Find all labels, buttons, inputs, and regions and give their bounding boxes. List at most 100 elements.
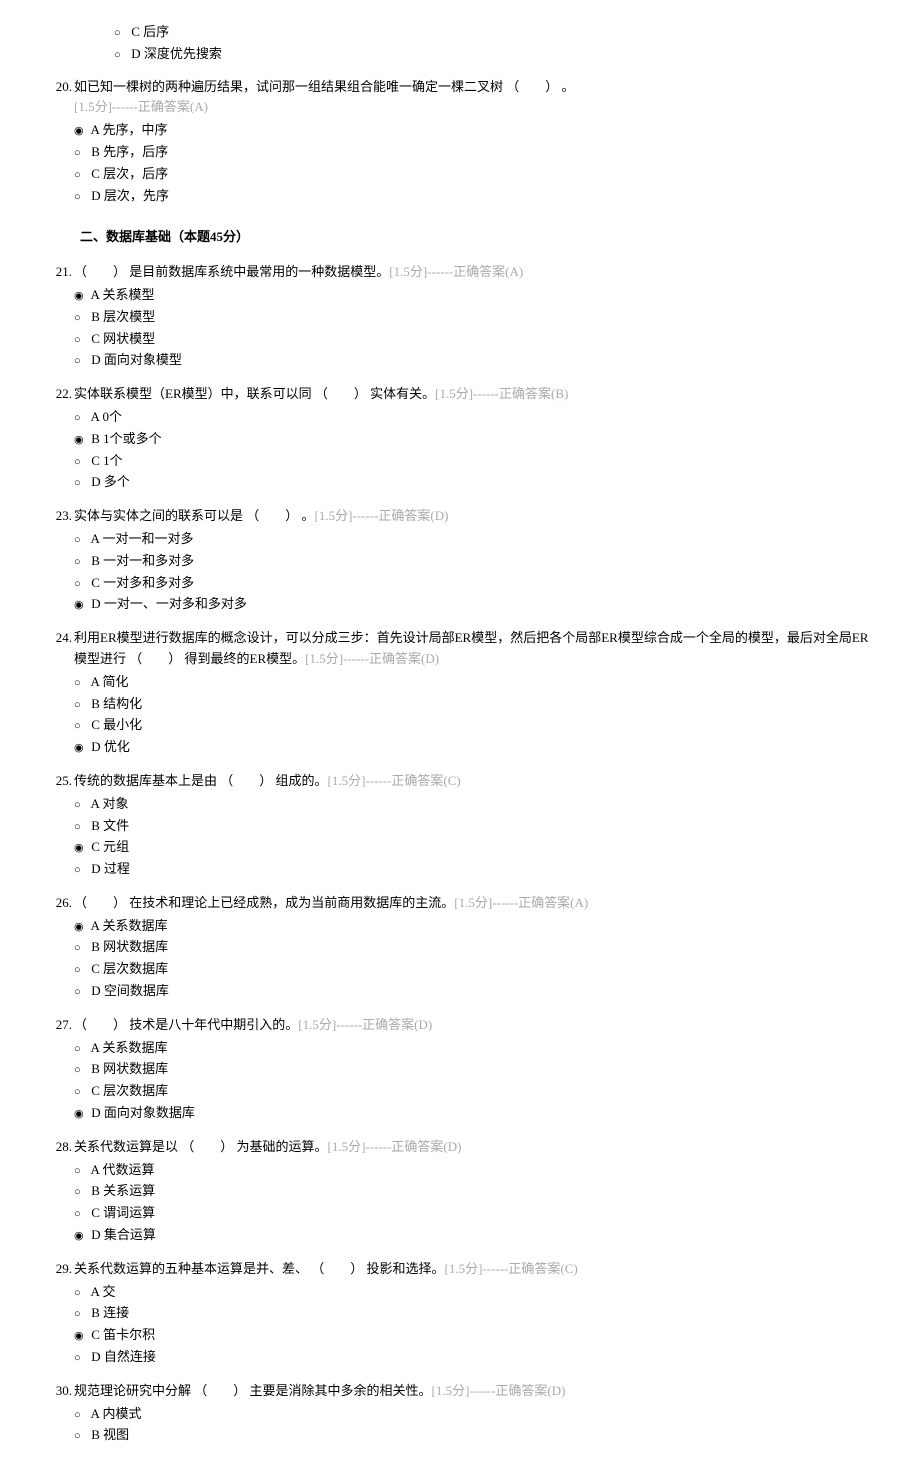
option-row[interactable]: ○ B 视图 xyxy=(74,1425,880,1446)
option-row[interactable]: ○ C 一对多和多对多 xyxy=(74,573,880,594)
option-row[interactable]: ○ C 层次，后序 xyxy=(74,164,880,185)
question-meta: [1.5分]------正确答案(C) xyxy=(328,773,461,788)
option-row[interactable]: ○ D 多个 xyxy=(74,472,880,493)
option-row[interactable]: ◉ D 集合运算 xyxy=(74,1225,880,1246)
radio-icon[interactable]: ○ xyxy=(74,475,88,493)
option-row[interactable]: ○ A 对象 xyxy=(74,794,880,815)
option-row[interactable]: ○ D 空间数据库 xyxy=(74,981,880,1002)
option-row[interactable]: ○ C 谓词运算 xyxy=(74,1203,880,1224)
option-row[interactable]: ○ B 连接 xyxy=(74,1303,880,1324)
radio-icon[interactable]: ○ xyxy=(74,167,88,185)
option-row[interactable]: ○ B 文件 xyxy=(74,816,880,837)
question-text: 关系代数运算的五种基本运算是并、差、 （ ） 投影和选择。 xyxy=(74,1261,445,1276)
option-row[interactable]: ○ C 层次数据库 xyxy=(74,959,880,980)
option-row[interactable]: ○ B 层次模型 xyxy=(74,307,880,328)
radio-icon[interactable]: ○ xyxy=(74,1306,88,1324)
option-row[interactable]: ○ B 一对一和多对多 xyxy=(74,551,880,572)
option-text: 1个或多个 xyxy=(100,431,162,446)
option-row[interactable]: ◉ A 先序，中序 xyxy=(74,120,880,141)
option-row[interactable]: ○ D 深度优先搜索 xyxy=(114,44,880,65)
radio-icon[interactable]: ◉ xyxy=(74,288,88,306)
radio-icon[interactable]: ○ xyxy=(74,940,88,958)
radio-icon[interactable]: ○ xyxy=(74,576,88,594)
radio-icon[interactable]: ○ xyxy=(74,310,88,328)
radio-icon[interactable]: ○ xyxy=(74,332,88,350)
option-row[interactable]: ◉ D 面向对象数据库 xyxy=(74,1103,880,1124)
option-row[interactable]: ○ B 网状数据库 xyxy=(74,937,880,958)
radio-icon[interactable]: ○ xyxy=(74,353,88,371)
radio-icon[interactable]: ○ xyxy=(74,962,88,980)
option-row[interactable]: ○ C 最小化 xyxy=(74,715,880,736)
radio-icon[interactable]: ◉ xyxy=(74,840,88,858)
radio-icon[interactable]: ○ xyxy=(74,1062,88,1080)
radio-icon[interactable]: ○ xyxy=(114,25,128,43)
radio-icon[interactable]: ○ xyxy=(74,1407,88,1425)
radio-icon[interactable]: ○ xyxy=(74,1206,88,1224)
option-row[interactable]: ◉ B 1个或多个 xyxy=(74,429,880,450)
radio-icon[interactable]: ○ xyxy=(74,410,88,428)
question-meta: [1.5分]------正确答案(D) xyxy=(298,1017,432,1032)
option-row[interactable]: ○ A 关系数据库 xyxy=(74,1038,880,1059)
option-row[interactable]: ◉ A 关系模型 xyxy=(74,285,880,306)
option-row[interactable]: ○ A 内模式 xyxy=(74,1404,880,1425)
option-row[interactable]: ○ B 先序，后序 xyxy=(74,142,880,163)
radio-icon[interactable]: ◉ xyxy=(74,1328,88,1346)
radio-icon[interactable]: ○ xyxy=(74,819,88,837)
option-row[interactable]: ◉ D 一对一、一对多和多对多 xyxy=(74,594,880,615)
radio-icon[interactable]: ○ xyxy=(74,532,88,550)
radio-icon[interactable]: ○ xyxy=(74,675,88,693)
radio-icon[interactable]: ○ xyxy=(74,1184,88,1202)
radio-icon[interactable]: ○ xyxy=(74,189,88,207)
option-label: D xyxy=(88,352,101,367)
option-row[interactable]: ○ C 1个 xyxy=(74,451,880,472)
question-number: 28. xyxy=(40,1137,74,1247)
option-row[interactable]: ◉ A 关系数据库 xyxy=(74,916,880,937)
radio-icon[interactable]: ○ xyxy=(74,984,88,1002)
radio-icon[interactable]: ○ xyxy=(74,697,88,715)
option-text: 0个 xyxy=(99,409,122,424)
option-row[interactable]: ○ C 后序 xyxy=(114,22,880,43)
radio-icon[interactable]: ○ xyxy=(74,797,88,815)
radio-icon[interactable]: ◉ xyxy=(74,123,88,141)
radio-icon[interactable]: ○ xyxy=(74,862,88,880)
option-row[interactable]: ○ B 关系运算 xyxy=(74,1181,880,1202)
radio-icon[interactable]: ○ xyxy=(74,718,88,736)
option-row[interactable]: ○ D 面向对象模型 xyxy=(74,350,880,371)
option-row[interactable]: ○ A 0个 xyxy=(74,407,880,428)
option-text: 层次数据库 xyxy=(100,961,168,976)
radio-icon[interactable]: ○ xyxy=(74,1285,88,1303)
radio-icon[interactable]: ◉ xyxy=(74,1228,88,1246)
radio-icon[interactable]: ◉ xyxy=(74,1106,88,1124)
option-row[interactable]: ○ A 一对一和一对多 xyxy=(74,529,880,550)
option-label: B xyxy=(88,309,100,324)
option-row[interactable]: ○ B 网状数据库 xyxy=(74,1059,880,1080)
radio-icon[interactable]: ○ xyxy=(74,1428,88,1446)
radio-icon[interactable]: ◉ xyxy=(74,432,88,450)
radio-icon[interactable]: ○ xyxy=(74,1163,88,1181)
option-row[interactable]: ◉ C 元组 xyxy=(74,837,880,858)
radio-icon[interactable]: ○ xyxy=(74,1350,88,1368)
option-row[interactable]: ○ D 层次，先序 xyxy=(74,186,880,207)
radio-icon[interactable]: ◉ xyxy=(74,919,88,937)
radio-icon[interactable]: ○ xyxy=(74,554,88,572)
option-row[interactable]: ○ B 结构化 xyxy=(74,694,880,715)
radio-icon[interactable]: ○ xyxy=(114,47,128,65)
radio-icon[interactable]: ○ xyxy=(74,1084,88,1102)
option-row[interactable]: ○ A 交 xyxy=(74,1282,880,1303)
radio-icon[interactable]: ○ xyxy=(74,454,88,472)
radio-icon[interactable]: ○ xyxy=(74,145,88,163)
radio-icon[interactable]: ◉ xyxy=(74,740,88,758)
option-row[interactable]: ○ A 简化 xyxy=(74,672,880,693)
section-title: 二、数据库基础（本题45分） xyxy=(80,227,880,248)
radio-icon[interactable]: ◉ xyxy=(74,597,88,615)
option-row[interactable]: ○ D 过程 xyxy=(74,859,880,880)
question-text-line: 实体联系模型（ER模型）中，联系可以同 （ ） 实体有关。[1.5分]-----… xyxy=(74,384,880,405)
option-row[interactable]: ○ D 自然连接 xyxy=(74,1347,880,1368)
option-row[interactable]: ○ A 代数运算 xyxy=(74,1160,880,1181)
radio-icon[interactable]: ○ xyxy=(74,1041,88,1059)
option-row[interactable]: ◉ D 优化 xyxy=(74,737,880,758)
option-row[interactable]: ○ C 层次数据库 xyxy=(74,1081,880,1102)
question-number: 24. xyxy=(40,628,74,759)
option-row[interactable]: ◉ C 笛卡尔积 xyxy=(74,1325,880,1346)
option-row[interactable]: ○ C 网状模型 xyxy=(74,329,880,350)
